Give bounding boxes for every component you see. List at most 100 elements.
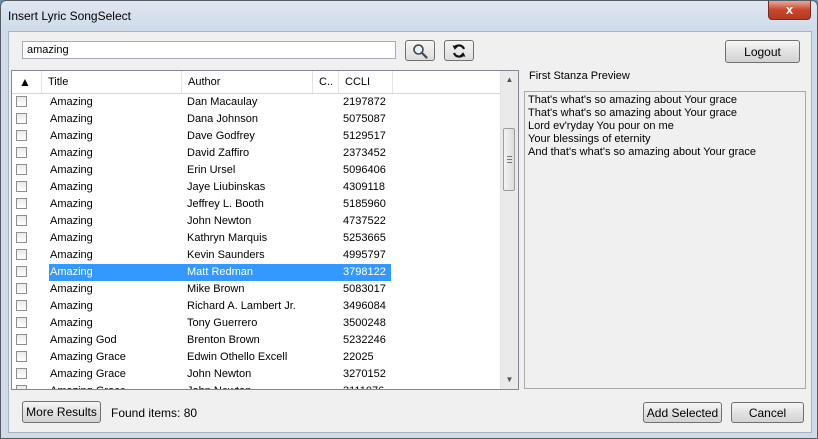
cell-ccli: 3111076 <box>343 383 384 389</box>
table-row[interactable]: Amazing Kathryn Marquis 5253665 <box>12 230 502 247</box>
row-checkbox[interactable] <box>16 181 27 192</box>
cell-title: Amazing <box>50 147 93 159</box>
found-count: Found items: 80 <box>111 406 198 420</box>
scroll-thumb[interactable] <box>503 128 515 191</box>
logout-button[interactable]: Logout <box>725 40 800 63</box>
row-checkbox[interactable] <box>16 215 27 226</box>
cell-ccli: 4995797 <box>343 249 386 261</box>
dialog-body: Logout ▲ Title Author C.. CCLI Amazing Da… <box>8 31 812 433</box>
cell-title: Amazing <box>50 283 93 295</box>
table-row[interactable]: Amazing Tony Guerrero 3500248 <box>12 315 502 332</box>
cell-title: Amazing <box>50 249 93 261</box>
cell-ccli: 4737522 <box>343 215 386 227</box>
refresh-button[interactable] <box>444 40 474 61</box>
table-row[interactable]: Amazing God Brenton Brown 5232246 <box>12 332 502 349</box>
stanza-preview: That's what's so amazing about Your grac… <box>524 91 806 389</box>
row-checkbox[interactable] <box>16 96 27 107</box>
cell-author: Dana Johnson <box>187 113 258 125</box>
cell-ccli: 3270152 <box>343 368 386 380</box>
column-copyright[interactable]: C.. <box>313 71 339 93</box>
scroll-up-icon[interactable]: ▲ <box>501 71 518 88</box>
table-row[interactable]: Amazing Grace Edwin Othello Excell 22025 <box>12 349 502 366</box>
table-row[interactable]: Amazing David Zaffiro 2373452 <box>12 145 502 162</box>
row-checkbox[interactable] <box>16 147 27 158</box>
more-results-button[interactable]: More Results <box>22 401 101 423</box>
column-title[interactable]: Title <box>42 71 182 93</box>
table-row[interactable]: Amazing Erin Ursel 5096406 <box>12 162 502 179</box>
close-button[interactable]: x <box>768 1 811 20</box>
table-row[interactable]: Amazing Grace John Newton 3270152 <box>12 366 502 383</box>
preview-label: First Stanza Preview <box>529 70 630 82</box>
cell-author: Edwin Othello Excell <box>187 351 288 363</box>
cell-title: Amazing <box>50 130 93 142</box>
row-checkbox[interactable] <box>16 385 27 389</box>
table-row[interactable]: Amazing Kevin Saunders 4995797 <box>12 247 502 264</box>
cell-title: Amazing Grace <box>50 383 126 389</box>
search-input[interactable] <box>22 41 396 59</box>
cell-author: Erin Ursel <box>187 164 236 176</box>
table-row[interactable]: Amazing Dave Godfrey 5129517 <box>12 128 502 145</box>
row-checkbox[interactable] <box>16 334 27 345</box>
cell-ccli: 5083017 <box>343 283 386 295</box>
song-list: ▲ Title Author C.. CCLI Amazing Dan Macau… <box>11 70 519 390</box>
table-row[interactable]: Amazing Jaye Liubinskas 4309118 <box>12 179 502 196</box>
table-row[interactable]: Amazing Richard A. Lambert Jr. 3496084 <box>12 298 502 315</box>
column-author[interactable]: Author <box>182 71 313 93</box>
cell-author: John Newton <box>187 368 252 380</box>
cell-author: Mike Brown <box>187 283 245 295</box>
row-checkbox[interactable] <box>16 130 27 141</box>
row-checkbox[interactable] <box>16 266 27 277</box>
title-bar[interactable]: Insert Lyric SongSelect x <box>1 1 817 31</box>
table-row[interactable]: Amazing Grace John Newton 3111076 <box>12 383 502 389</box>
refresh-icon <box>452 43 466 58</box>
sort-arrow-icon[interactable]: ▲ <box>12 71 42 93</box>
row-checkbox[interactable] <box>16 368 27 379</box>
table-row[interactable]: Amazing Mike Brown 5083017 <box>12 281 502 298</box>
row-checkbox[interactable] <box>16 317 27 328</box>
cell-ccli: 5096406 <box>343 164 386 176</box>
add-selected-button[interactable]: Add Selected <box>643 402 722 423</box>
cell-author: Jaye Liubinskas <box>187 181 266 193</box>
cell-ccli: 5129517 <box>343 130 386 142</box>
cell-author: David Zaffiro <box>187 147 250 159</box>
row-checkbox[interactable] <box>16 351 27 362</box>
vertical-scrollbar[interactable]: ▲ ▼ <box>500 71 518 389</box>
preview-line: Your blessings of eternity <box>528 133 651 145</box>
cell-author: Brenton Brown <box>187 334 260 346</box>
cell-ccli: 5253665 <box>343 232 386 244</box>
preview-line: Lord ev'ryday You pour on me <box>528 120 674 132</box>
cell-title: Amazing <box>50 300 93 312</box>
cell-author: Richard A. Lambert Jr. <box>187 300 296 312</box>
row-checkbox[interactable] <box>16 249 27 260</box>
row-checkbox[interactable] <box>16 113 27 124</box>
grip-line <box>507 159 512 160</box>
scroll-down-icon[interactable]: ▼ <box>501 371 518 388</box>
row-checkbox[interactable] <box>16 232 27 243</box>
cell-ccli: 3496084 <box>343 300 386 312</box>
cell-title: Amazing <box>50 198 93 210</box>
cell-title: Amazing <box>50 215 93 227</box>
row-checkbox[interactable] <box>16 283 27 294</box>
table-row[interactable]: Amazing John Newton 4737522 <box>12 213 502 230</box>
cell-author: Kathryn Marquis <box>187 232 268 244</box>
cell-ccli: 3798122 <box>343 266 386 278</box>
cell-author: Dan Macaulay <box>187 96 258 108</box>
cell-author: Dave Godfrey <box>187 130 255 142</box>
cell-author: Tony Guerrero <box>187 317 258 329</box>
cancel-button[interactable]: Cancel <box>731 402 804 423</box>
preview-line: That's what's so amazing about Your grac… <box>528 107 738 119</box>
table-row[interactable]: Amazing Dan Macaulay 2197872 <box>12 94 502 111</box>
cell-title: Amazing Grace <box>50 351 126 363</box>
table-row[interactable]: Amazing Dana Johnson 5075087 <box>12 111 502 128</box>
table-row[interactable]: Amazing Matt Redman 3798122 <box>12 264 502 281</box>
search-button[interactable] <box>405 40 435 61</box>
cell-title: Amazing <box>50 181 93 193</box>
row-checkbox[interactable] <box>16 164 27 175</box>
row-checkbox[interactable] <box>16 300 27 311</box>
close-icon: x <box>785 2 794 17</box>
cell-author: Jeffrey L. Booth <box>187 198 264 210</box>
cell-title: Amazing <box>50 232 93 244</box>
table-row[interactable]: Amazing Jeffrey L. Booth 5185960 <box>12 196 502 213</box>
column-ccli[interactable]: CCLI <box>339 71 393 93</box>
row-checkbox[interactable] <box>16 198 27 209</box>
